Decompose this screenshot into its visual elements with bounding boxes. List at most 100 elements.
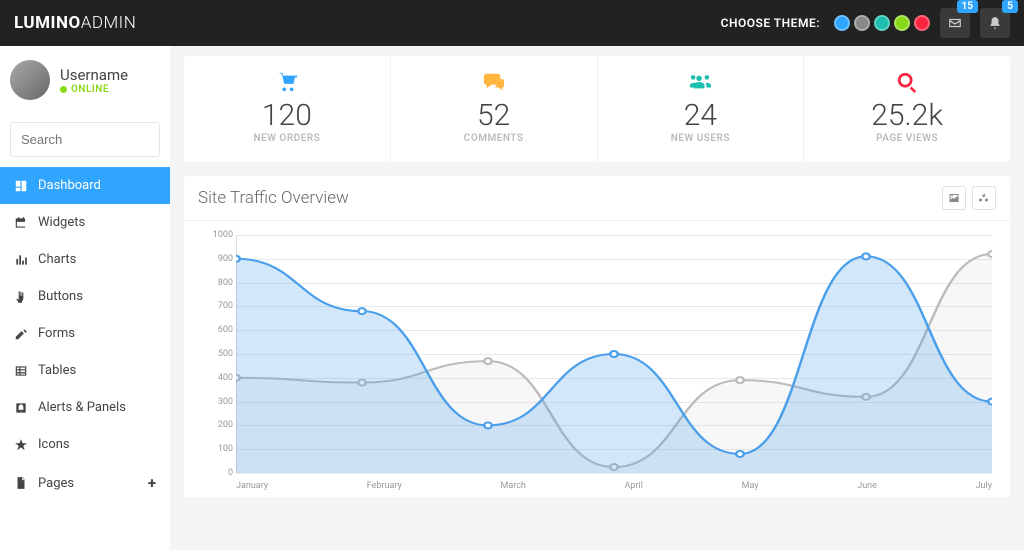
sidebar-item-label: Tables [38,363,76,378]
data-point[interactable] [988,251,992,257]
sidebar: Username ONLINE Dashboard Widgets Charts Bu… [0,46,170,550]
stat-card-new-orders[interactable]: 120 NEW ORDERS [184,56,391,162]
traffic-panel: Site Traffic Overview 010020030040050060… [184,176,1010,497]
edit-icon [14,327,28,341]
data-point[interactable] [736,377,744,383]
theme-switcher [834,15,930,31]
dashboard-icon [14,179,28,193]
x-axis-tick: February [367,481,402,491]
x-axis-tick: May [742,481,759,491]
y-axis-tick: 100 [205,444,233,454]
panel-image-button[interactable] [942,186,966,210]
sidebar-item-label: Pages [38,476,74,491]
bell-square-icon [14,401,28,415]
profile-status: ONLINE [60,84,128,95]
data-point[interactable] [484,358,492,364]
stat-card-new-users[interactable]: 24 NEW USERS [598,56,805,162]
x-axis-tick: January [236,481,268,491]
traffic-chart: 01002003004005006007008009001000 January… [198,231,996,491]
profile-name: Username [60,66,128,84]
data-point[interactable] [988,399,992,405]
theme-dot-4[interactable] [914,15,930,31]
bell-icon [988,16,1002,30]
star-icon [14,438,28,452]
sidebar-item-dashboard[interactable]: Dashboard [0,167,170,204]
navbar-right: CHOOSE THEME: 15 5 [721,8,1010,38]
stat-label: NEW ORDERS [184,133,390,144]
stat-label: COMMENTS [391,133,597,144]
stat-card-page-views[interactable]: 25.2k PAGE VIEWS [804,56,1010,162]
users-icon [598,70,804,94]
sidebar-item-charts[interactable]: Charts [0,241,170,278]
sidebar-item-alerts-panels[interactable]: Alerts & Panels [0,389,170,426]
expand-icon: + [148,474,156,492]
top-navbar: LUMINOADMIN CHOOSE THEME: 15 5 [0,0,1024,46]
notifications-badge: 5 [1002,0,1018,13]
x-axis-tick: June [857,481,877,491]
comments-icon [391,70,597,94]
sidebar-item-label: Forms [38,326,75,341]
sidebar-item-forms[interactable]: Forms [0,315,170,352]
data-point[interactable] [862,253,870,259]
stats-row: 120 NEW ORDERS 52 COMMENTS 24 NEW USERS … [184,56,1010,162]
data-point[interactable] [484,422,492,428]
theme-label: CHOOSE THEME: [721,16,820,30]
avatar[interactable] [10,60,50,100]
y-axis-tick: 400 [205,373,233,383]
stat-value: 120 [184,98,390,133]
stat-value: 24 [598,98,804,133]
panel-body: 01002003004005006007008009001000 January… [184,221,1010,497]
sidebar-item-label: Dashboard [38,178,101,193]
sidebar-item-label: Widgets [38,215,85,230]
sidebar-item-buttons[interactable]: Buttons [0,278,170,315]
theme-dot-2[interactable] [874,15,890,31]
y-axis-tick: 500 [205,349,233,359]
sidebar-item-label: Alerts & Panels [38,400,126,415]
y-axis-tick: 800 [205,278,233,288]
panel-actions [942,186,996,210]
y-axis-tick: 300 [205,397,233,407]
stat-label: PAGE VIEWS [804,133,1010,144]
data-point[interactable] [736,451,744,457]
envelope-icon [948,16,962,30]
messages-badge: 15 [957,0,978,13]
data-point[interactable] [358,308,366,314]
theme-dot-1[interactable] [854,15,870,31]
theme-dot-0[interactable] [834,15,850,31]
search-input[interactable] [10,122,160,157]
theme-dot-3[interactable] [894,15,910,31]
y-axis-tick: 0 [205,468,233,478]
panel-settings-button[interactable] [972,186,996,210]
sidebar-item-widgets[interactable]: Widgets [0,204,170,241]
stat-card-comments[interactable]: 52 COMMENTS [391,56,598,162]
sidebar-item-pages[interactable]: Pages + [0,463,170,503]
main-content: 120 NEW ORDERS 52 COMMENTS 24 NEW USERS … [170,46,1024,550]
image-icon [948,192,960,204]
notifications-button[interactable]: 5 [980,8,1010,38]
hand-icon [14,290,28,304]
table-icon [14,364,28,378]
file-icon [14,476,28,490]
panel-head: Site Traffic Overview [184,176,1010,221]
sidebar-item-icons[interactable]: Icons [0,426,170,463]
nav-menu: Dashboard Widgets Charts Buttons Forms Tables… [0,167,170,550]
data-point[interactable] [236,256,240,262]
brand-logo[interactable]: LUMINOADMIN [14,13,136,33]
data-point[interactable] [610,351,618,357]
messages-button[interactable]: 15 [940,8,970,38]
search-icon [804,70,1010,94]
sidebar-item-label: Charts [38,252,76,267]
x-axis-tick: March [500,481,525,491]
sidebar-item-tables[interactable]: Tables [0,352,170,389]
stat-value: 52 [391,98,597,133]
stat-label: NEW USERS [598,133,804,144]
cogs-icon [978,192,990,204]
sidebar-item-label: Icons [38,437,70,452]
chart-canvas [236,235,992,473]
y-axis-tick: 1000 [205,230,233,240]
y-axis-tick: 700 [205,301,233,311]
chart-icon [14,253,28,267]
profile-block: Username ONLINE [0,46,170,114]
y-axis-tick: 200 [205,420,233,430]
cart-icon [184,70,390,94]
